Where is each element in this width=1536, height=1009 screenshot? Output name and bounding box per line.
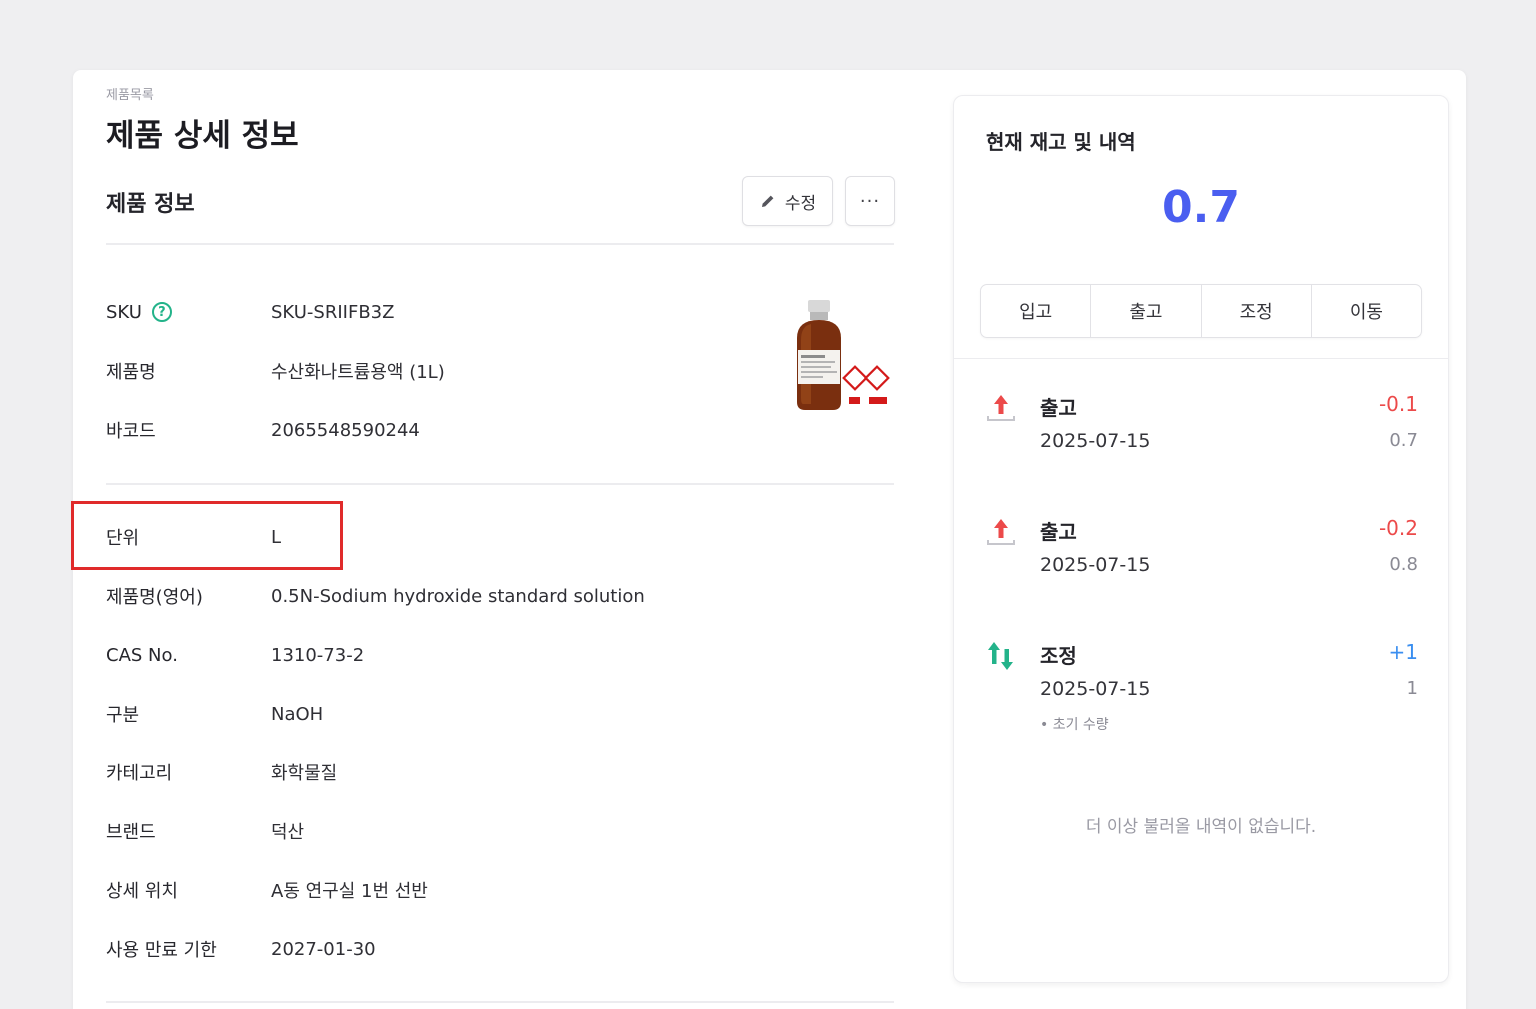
field-label: 구분 [106,705,140,726]
field-value: SKU-SRIIFB3Z [271,301,395,323]
history-date: 2025-07-15 [1040,554,1151,576]
field-row-location: 상세 위치 A동 연구실 1번 선반 [106,875,428,905]
field-label: 브랜드 [106,822,156,843]
edit-button[interactable]: 수정 [742,176,833,226]
field-label: SKU [106,301,142,323]
divider [106,483,894,485]
history-date: 2025-07-15 [1040,430,1151,452]
field-value: 덕산 [271,822,305,843]
field-label: 바코드 [106,421,156,442]
history-type: 출고 [1040,520,1077,544]
current-stock-value: 0.7 [1162,182,1240,233]
field-row-classification: 구분 NaOH [106,699,323,729]
history-balance: 0.8 [1389,554,1418,575]
history-delta: -0.2 [1378,516,1418,540]
field-row-brand: 브랜드 덕산 [106,816,304,846]
field-row-expiry: 사용 만료 기한 2027-01-30 [106,934,376,964]
field-label: 제품명(영어) [106,587,203,608]
field-value: 2065548590244 [271,419,420,441]
help-icon[interactable]: ? [151,302,172,322]
field-row-category: 카테고리 화학물질 [106,757,337,787]
divider [106,243,894,245]
field-value: 1310-73-2 [271,644,365,666]
adjust-arrows-icon [988,642,1013,670]
history-date: 2025-07-15 [1040,678,1151,700]
edit-button-label: 수정 [784,193,817,214]
tab-outbound[interactable]: 출고 [1091,285,1202,337]
field-label: 제품명 [106,362,156,383]
field-label: 카테고리 [106,763,173,784]
more-options-button[interactable]: ··· [845,176,895,226]
pencil-icon [761,195,774,207]
arrow-up-out-icon [987,395,1015,421]
field-row-cas: CAS No. 1310-73-2 [106,640,364,670]
highlight-annotation-box [71,501,343,570]
divider [954,358,1448,359]
divider [106,1001,894,1003]
history-type: 출고 [1040,396,1077,420]
field-value: A동 연구실 1번 선반 [271,881,428,902]
field-value: 2027-01-30 [271,938,376,960]
field-value: NaOH [271,703,324,725]
field-value: 화학물질 [271,763,338,784]
history-balance: 1 [1406,678,1418,699]
section-title: 제품 정보 [106,192,195,217]
arrow-up-out-icon [987,519,1015,545]
product-image [797,300,890,410]
history-type: 조정 [1040,644,1077,668]
tab-adjust[interactable]: 조정 [1202,285,1312,337]
field-value: 0.5N-Sodium hydroxide standard solution [271,585,645,607]
field-row-barcode: 바코드 2065548590244 [106,415,420,445]
history-balance: 0.7 [1389,430,1418,451]
stock-action-tabs: 입고 출고 조정 이동 [980,284,1422,338]
tab-inbound[interactable]: 입고 [981,285,1092,337]
field-row-english-name: 제품명(영어) 0.5N-Sodium hydroxide standard s… [106,581,645,611]
history-delta: +1 [1388,640,1418,664]
field-label: CAS No. [106,644,178,666]
no-more-history-message: 더 이상 불러올 내역이 없습니다. [1085,817,1317,837]
field-label: 상세 위치 [106,881,178,902]
more-dots-icon: ··· [859,190,881,212]
page-title: 제품 상세 정보 [106,118,299,154]
history-note: • 초기 수량 [1040,717,1109,733]
history-delta: -0.1 [1378,392,1418,416]
tab-transfer[interactable]: 이동 [1312,285,1421,337]
stock-history-panel: 현재 재고 및 내역 0.7 입고 출고 조정 이동 출고 2025-07-15… [953,95,1449,983]
breadcrumb[interactable]: 제품목록 [106,84,154,103]
field-row-product-name: 제품명 수산화나트륨용액 (1L) [106,356,445,386]
stock-panel-title: 현재 재고 및 내역 [986,130,1136,154]
field-value: 수산화나트륨용액 (1L) [271,362,445,383]
field-label: 사용 만료 기한 [106,940,217,961]
field-row-sku: SKU ? SKU-SRIIFB3Z [106,297,394,327]
